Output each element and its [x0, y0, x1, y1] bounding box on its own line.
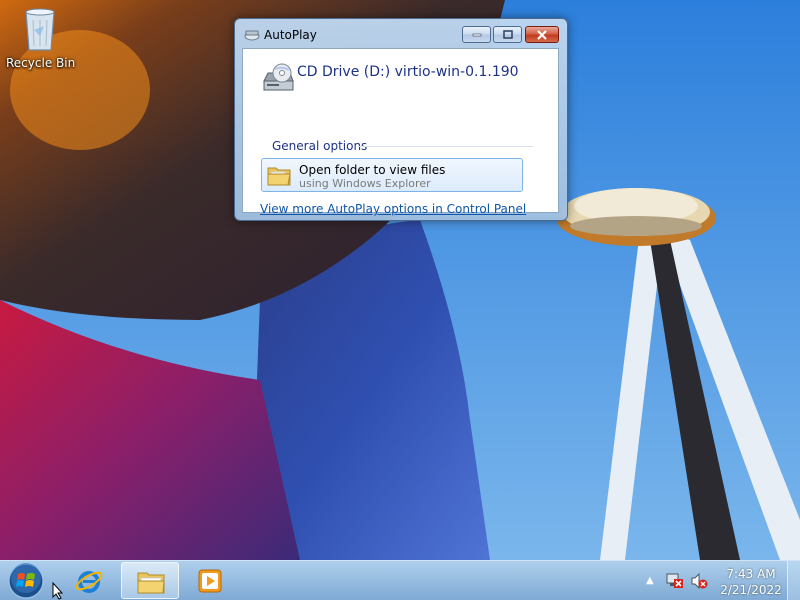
volume-muted-icon[interactable]	[690, 572, 708, 590]
more-autoplay-options-link[interactable]: View more AutoPlay options in Control Pa…	[260, 202, 526, 216]
minimize-icon	[472, 33, 481, 36]
window-content: CD Drive (D:) virtio-win-0.1.190 General…	[242, 48, 559, 216]
window-title: AutoPlay	[264, 28, 317, 42]
autoplay-window[interactable]: AutoPlay CD Drive (D:) virtio-win-0.1.19…	[234, 18, 568, 221]
drive-title: CD Drive (D:) virtio-win-0.1.190	[297, 64, 519, 80]
windows-logo-icon	[8, 563, 44, 599]
close-icon	[537, 29, 547, 40]
folder-icon	[266, 162, 292, 188]
taskbar-internet-explorer[interactable]	[60, 562, 118, 599]
maximize-icon	[502, 30, 513, 39]
open-folder-option[interactable]: Open folder to view files using Windows …	[261, 158, 523, 192]
clock-date: 2/21/2022	[720, 583, 782, 597]
taskbar-windows-explorer[interactable]	[121, 562, 179, 599]
system-tray: ▲ 7:43 AM 2/21/2022	[640, 561, 800, 601]
cd-drive-icon	[260, 61, 296, 97]
maximize-button[interactable]	[493, 26, 522, 43]
taskbar: ▲ 7:43 AM 2/21/2022	[0, 560, 800, 600]
media-player-icon	[198, 569, 222, 593]
taskbar-media-player[interactable]	[181, 562, 239, 599]
recycle-bin-label: Recycle Bin	[6, 56, 76, 70]
clock[interactable]: 7:43 AM 2/21/2022	[716, 566, 786, 598]
option-subtitle: using Windows Explorer	[299, 177, 431, 190]
ie-icon	[75, 571, 103, 593]
title-bar[interactable]: AutoPlay	[235, 19, 567, 49]
close-button[interactable]	[525, 26, 559, 43]
option-title: Open folder to view files	[299, 163, 446, 177]
group-divider	[358, 146, 533, 147]
folder-icon	[137, 572, 165, 594]
mouse-cursor-icon	[52, 582, 64, 600]
recycle-bin-desktop-icon[interactable]: Recycle Bin	[6, 6, 76, 70]
general-options-label: General options	[272, 139, 368, 153]
show-desktop-button[interactable]	[787, 561, 800, 600]
clock-time: 7:43 AM	[726, 567, 776, 581]
minimize-button[interactable]	[462, 26, 491, 43]
show-hidden-icons-icon[interactable]: ▲	[646, 575, 656, 586]
autoplay-icon	[244, 29, 260, 41]
start-button[interactable]	[6, 562, 46, 600]
network-icon[interactable]	[666, 572, 684, 590]
recycle-bin-icon	[20, 6, 60, 52]
